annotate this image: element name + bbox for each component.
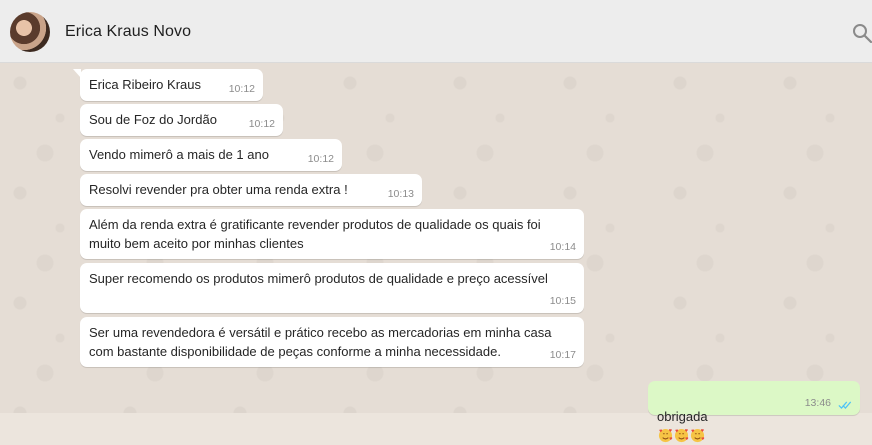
incoming-message[interactable]: Vendo mimerô a mais de 1 ano 10:12 [80, 139, 342, 171]
incoming-message[interactable]: Erica Ribeiro Kraus 10:12 [73, 69, 263, 101]
incoming-message[interactable]: Resolvi revender pra obter uma renda ext… [80, 174, 422, 206]
read-ticks-icon [838, 401, 852, 409]
message-text: obrigada [657, 388, 708, 445]
message-text: Super recomendo os produtos mimerô produ… [89, 271, 548, 286]
message-text: Erica Ribeiro Kraus [89, 77, 201, 92]
message-text: Resolvi revender pra obter uma renda ext… [89, 182, 348, 197]
message-time: 10:17 [549, 349, 576, 361]
message-time: 10:12 [248, 118, 275, 130]
smiling-face-with-hearts-icon [674, 428, 689, 443]
smiling-face-with-hearts-icon [658, 428, 673, 443]
message-time: 10:14 [549, 241, 576, 253]
smiling-face-with-hearts-icon [690, 428, 705, 443]
message-text: Ser uma revendedora é versátil e prático… [89, 325, 552, 359]
message-time: 10:12 [228, 83, 255, 95]
message-text: Sou de Foz do Jordão [89, 112, 217, 127]
message-time: 13:46 [804, 397, 831, 409]
incoming-message[interactable]: Além da renda extra é gratificante reven… [80, 209, 584, 259]
message-text: Vendo mimerô a mais de 1 ano [89, 147, 269, 162]
incoming-message[interactable]: Super recomendo os produtos mimerô produ… [80, 263, 584, 313]
bubble-tail [73, 69, 81, 78]
contact-name[interactable]: Erica Kraus Novo [65, 23, 191, 41]
message-time: 10:12 [307, 153, 334, 165]
incoming-message[interactable]: Sou de Foz do Jordão 10:12 [80, 104, 283, 136]
contact-avatar[interactable] [10, 12, 50, 52]
message-text: Além da renda extra é gratificante reven… [89, 217, 541, 251]
message-time: 10:15 [549, 295, 576, 307]
search-icon[interactable] [852, 23, 872, 43]
message-text-body: obrigada [657, 409, 708, 424]
message-list[interactable]: Erica Ribeiro Kraus 10:12 Sou de Foz do … [0, 63, 872, 443]
incoming-message[interactable]: Ser uma revendedora é versátil e prático… [80, 317, 584, 367]
outgoing-message[interactable]: obrigada 13:46 [648, 381, 860, 443]
chat-header: Erica Kraus Novo [0, 0, 872, 63]
message-time: 10:13 [387, 188, 414, 200]
